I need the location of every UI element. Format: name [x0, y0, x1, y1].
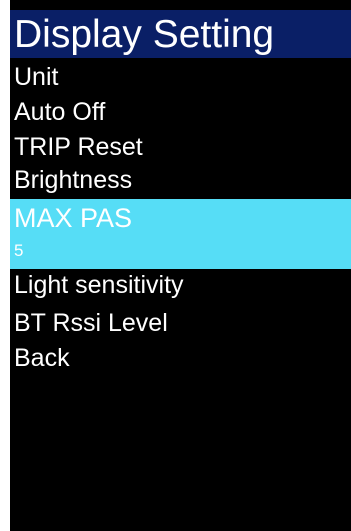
- menu-item-max-pas[interactable]: MAX PAS 5: [10, 199, 351, 269]
- menu-item-label: BT Rssi Level: [14, 309, 168, 337]
- display-screen: Display Setting Unit Auto Off TRIP Reset…: [10, 0, 351, 531]
- menu-item-label: Brightness: [14, 166, 133, 194]
- menu-item-value: 5: [14, 241, 24, 260]
- menu-item-label: Light sensitivity: [14, 271, 184, 299]
- title-bar: Display Setting: [10, 10, 351, 58]
- menu-item-label: TRIP Reset: [14, 133, 143, 161]
- menu-item-label: MAX PAS: [14, 203, 133, 233]
- menu-item-label: Unit: [14, 63, 59, 91]
- page-title: Display Setting: [14, 13, 275, 56]
- menu-item-label: Back: [14, 344, 70, 372]
- menu-item-label: Auto Off: [14, 98, 106, 126]
